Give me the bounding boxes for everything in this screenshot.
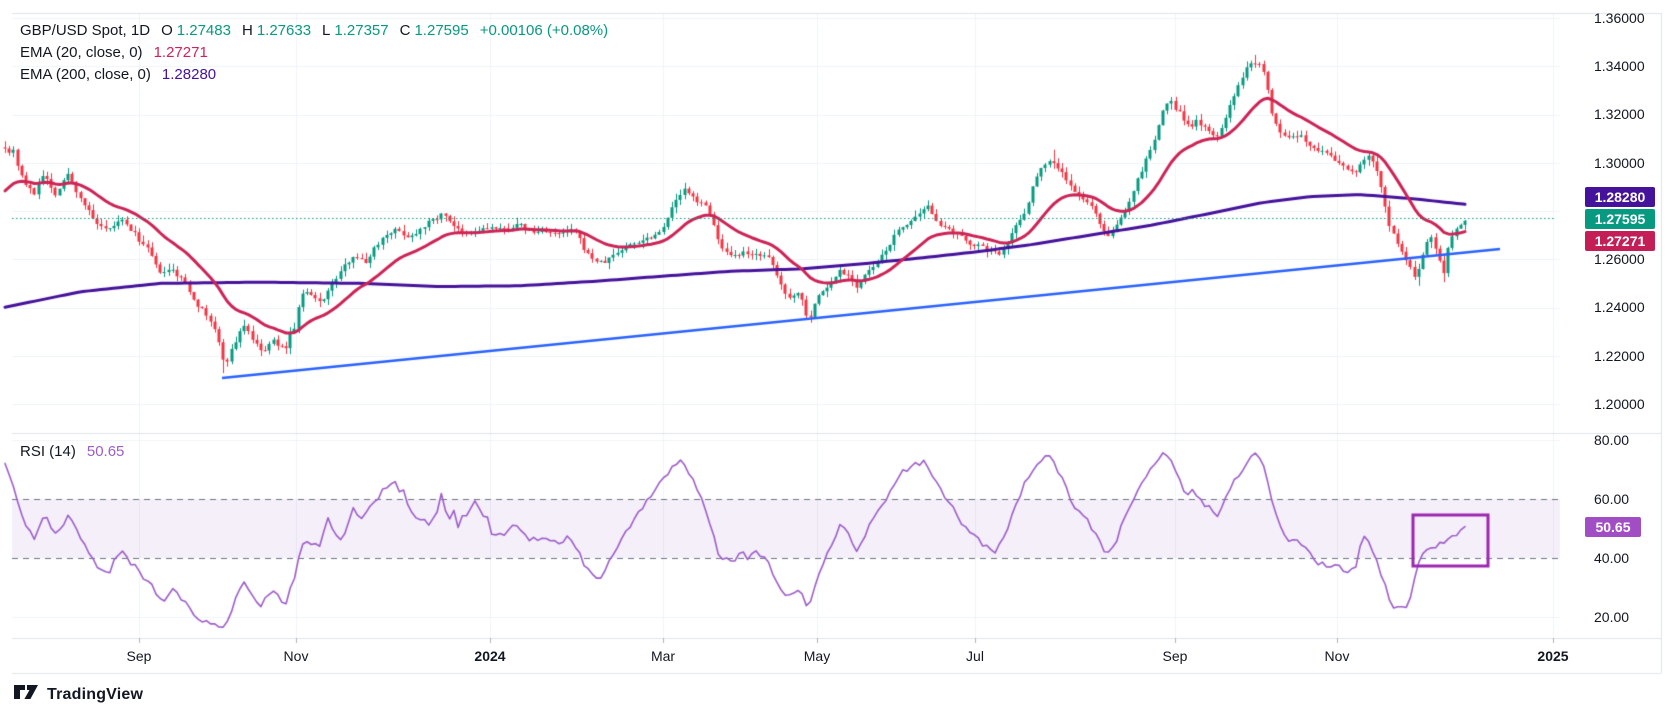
low-label: L bbox=[322, 20, 330, 42]
price-tick-label: 1.22000 bbox=[1594, 348, 1645, 364]
ema200-legend-row[interactable]: EMA (200, close, 0) 1.28280 bbox=[20, 64, 612, 86]
change-value: +0.00106 (+0.08%) bbox=[480, 20, 608, 42]
chart-legend: GBP/USD Spot, 1D O1.27483 H1.27633 L1.27… bbox=[20, 20, 612, 86]
ema20-legend-row[interactable]: EMA (20, close, 0) 1.27271 bbox=[20, 42, 612, 64]
rsi-label: RSI (14) bbox=[20, 443, 76, 460]
open-value: 1.27483 bbox=[177, 20, 231, 42]
time-tick-label: 2024 bbox=[474, 648, 505, 664]
price-tick-label: 1.30000 bbox=[1594, 155, 1645, 171]
high-value: 1.27633 bbox=[257, 20, 311, 42]
price-axis-badge: 1.27271 bbox=[1585, 231, 1655, 251]
rsi-value: 50.65 bbox=[87, 443, 125, 460]
price-axis-badge: 1.28280 bbox=[1585, 187, 1655, 207]
low-value: 1.27357 bbox=[334, 20, 388, 42]
price-axis-badge: 1.27595 bbox=[1585, 209, 1655, 229]
price-tick-label: 1.24000 bbox=[1594, 299, 1645, 315]
chart-canvas[interactable] bbox=[0, 0, 1675, 718]
time-tick-label: Mar bbox=[651, 648, 675, 664]
tradingview-logo[interactable]: TradingView bbox=[13, 684, 143, 705]
time-tick-label: 2025 bbox=[1537, 648, 1568, 664]
rsi-tick-label: 80.00 bbox=[1594, 432, 1629, 448]
symbol-legend-row[interactable]: GBP/USD Spot, 1D O1.27483 H1.27633 L1.27… bbox=[20, 20, 612, 42]
time-tick-label: Nov bbox=[284, 648, 309, 664]
tradingview-logo-text: TradingView bbox=[47, 686, 143, 704]
time-tick-label: Sep bbox=[1163, 648, 1188, 664]
price-tick-label: 1.26000 bbox=[1594, 251, 1645, 267]
price-tick-label: 1.34000 bbox=[1594, 58, 1645, 74]
high-label: H bbox=[242, 20, 253, 42]
ema20-value: 1.27271 bbox=[154, 42, 208, 64]
ema20-label: EMA (20, close, 0) bbox=[20, 42, 143, 64]
tradingview-logo-icon bbox=[13, 684, 39, 705]
rsi-axis-badge: 50.65 bbox=[1585, 517, 1641, 537]
rsi-tick-label: 20.00 bbox=[1594, 609, 1629, 625]
time-tick-label: Nov bbox=[1325, 648, 1350, 664]
ema200-label: EMA (200, close, 0) bbox=[20, 64, 151, 86]
tradingview-chart: GBP/USD Spot, 1D O1.27483 H1.27633 L1.27… bbox=[0, 0, 1675, 718]
price-tick-label: 1.20000 bbox=[1594, 396, 1645, 412]
rsi-tick-label: 60.00 bbox=[1594, 491, 1629, 507]
rsi-legend-row[interactable]: RSI (14) 50.65 bbox=[20, 443, 128, 460]
price-tick-label: 1.36000 bbox=[1594, 10, 1645, 26]
close-label: C bbox=[400, 20, 411, 42]
price-tick-label: 1.32000 bbox=[1594, 106, 1645, 122]
close-value: 1.27595 bbox=[414, 20, 468, 42]
symbol-title: GBP/USD Spot, 1D bbox=[20, 20, 150, 42]
ema200-value: 1.28280 bbox=[162, 64, 216, 86]
time-tick-label: Jul bbox=[966, 648, 984, 664]
time-tick-label: Sep bbox=[127, 648, 152, 664]
time-tick-label: May bbox=[804, 648, 830, 664]
rsi-tick-label: 40.00 bbox=[1594, 550, 1629, 566]
open-label: O bbox=[161, 20, 173, 42]
